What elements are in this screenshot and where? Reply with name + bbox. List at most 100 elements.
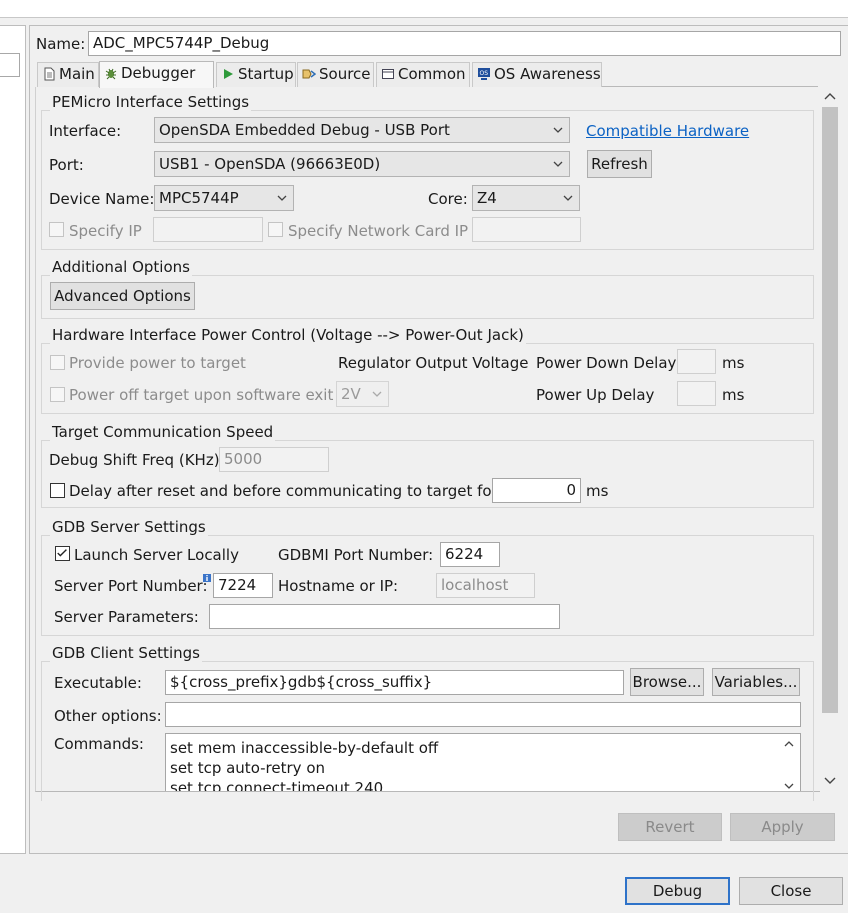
tab-debugger[interactable]: Debugger xyxy=(99,61,214,88)
scroll-down-icon[interactable] xyxy=(784,782,794,790)
server-params-input[interactable] xyxy=(209,604,560,629)
gdbmi-port-label: GDBMI Port Number: xyxy=(278,546,434,564)
interface-select-value: OpenSDA Embedded Debug - USB Port xyxy=(159,121,450,139)
commands-textarea[interactable]: set mem inaccessible-by-default off set … xyxy=(165,733,801,791)
commands-label: Commands: xyxy=(54,735,144,753)
launch-server-label: Launch Server Locally xyxy=(74,546,239,564)
tab-source-label: Source xyxy=(319,65,371,83)
tab-main[interactable]: Main xyxy=(37,62,99,87)
command-line: set mem inaccessible-by-default off xyxy=(170,739,439,757)
power-down-unit: ms xyxy=(722,354,745,372)
debug-shift-freq-label: Debug Shift Freq (KHz) xyxy=(49,451,220,469)
gdbmi-port-input[interactable]: 6224 xyxy=(440,542,500,567)
chevron-down-icon xyxy=(563,195,573,201)
delay-unit: ms xyxy=(586,482,609,500)
tab-os-awareness[interactable]: OS OS Awareness xyxy=(472,62,602,87)
close-button[interactable]: Close xyxy=(739,877,843,905)
specify-ip-input[interactable] xyxy=(153,217,263,242)
scrollbar-thumb[interactable] xyxy=(822,107,838,713)
chevron-down-icon xyxy=(372,391,382,397)
play-icon xyxy=(224,69,233,79)
delay-after-reset-label: Delay after reset and before communicati… xyxy=(69,482,498,500)
name-label: Name: xyxy=(36,35,86,53)
tab-startup[interactable]: Startup xyxy=(216,62,296,87)
port-select-value: USB1 - OpenSDA (96663E0D) xyxy=(159,155,381,173)
chevron-down-icon xyxy=(553,161,563,167)
interface-label: Interface: xyxy=(49,122,122,140)
server-port-input[interactable]: 7224 xyxy=(213,573,273,598)
gdb-client-title: GDB Client Settings xyxy=(50,644,202,662)
chevron-down-icon xyxy=(553,127,563,133)
provide-power-label: Provide power to target xyxy=(69,354,246,372)
debug-shift-freq-input[interactable]: 5000 xyxy=(219,447,329,472)
info-decoration-icon xyxy=(203,574,211,582)
core-value: Z4 xyxy=(477,189,497,207)
specify-netcard-ip-label: Specify Network Card IP xyxy=(288,222,469,240)
tab-main-label: Main xyxy=(59,65,95,83)
port-label: Port: xyxy=(49,156,84,174)
power-off-exit-checkbox[interactable] xyxy=(50,387,65,402)
variables-button[interactable]: Variables... xyxy=(712,668,800,696)
launch-server-checkbox[interactable] xyxy=(55,546,70,561)
power-down-delay-input[interactable] xyxy=(677,349,716,374)
debug-button[interactable]: Debug xyxy=(625,877,730,905)
revert-button[interactable]: Revert xyxy=(618,813,722,841)
specify-netcard-ip-checkbox[interactable] xyxy=(268,222,283,237)
provide-power-checkbox[interactable] xyxy=(50,355,65,370)
source-icon xyxy=(302,69,316,79)
power-up-unit: ms xyxy=(722,386,745,404)
executable-input[interactable]: ${cross_prefix}gdb${cross_suffix} xyxy=(165,670,624,695)
device-name-label: Device Name: xyxy=(49,190,155,208)
filter-input[interactable] xyxy=(0,53,20,77)
command-line: set tcp auto-retry on xyxy=(170,759,326,777)
scroll-down-icon[interactable] xyxy=(824,776,836,785)
power-up-delay-input[interactable] xyxy=(677,381,716,406)
power-control-title: Hardware Interface Power Control (Voltag… xyxy=(50,326,526,344)
page-icon xyxy=(44,67,55,81)
other-options-label: Other options: xyxy=(54,707,162,725)
regulator-voltage-label: Regulator Output Voltage xyxy=(338,354,529,372)
browse-button[interactable]: Browse... xyxy=(630,668,704,696)
apply-button[interactable]: Apply xyxy=(730,813,835,841)
tab-source[interactable]: Source xyxy=(297,62,374,87)
name-input[interactable]: ADC_MPC5744P_Debug xyxy=(88,31,841,56)
os-icon: OS xyxy=(478,68,490,80)
core-label: Core: xyxy=(428,190,468,208)
advanced-options-button[interactable]: Advanced Options xyxy=(50,282,195,310)
delay-after-reset-checkbox[interactable] xyxy=(50,483,65,498)
power-up-delay-label: Power Up Delay xyxy=(536,386,655,404)
server-params-label: Server Parameters: xyxy=(54,608,199,626)
svg-text:OS: OS xyxy=(480,70,489,77)
additional-options-title: Additional Options xyxy=(50,258,192,276)
pemicro-title: PEMicro Interface Settings xyxy=(50,93,252,111)
scroll-up-icon[interactable] xyxy=(824,92,836,101)
configuration-list-pane[interactable] xyxy=(0,25,26,854)
specify-netcard-ip-input[interactable] xyxy=(472,217,581,242)
port-select[interactable]: USB1 - OpenSDA (96663E0D) xyxy=(154,151,570,177)
server-port-label: Server Port Number: xyxy=(54,577,208,595)
other-options-input[interactable] xyxy=(165,702,801,727)
gdb-server-title: GDB Server Settings xyxy=(50,518,208,536)
device-name-value: MPC5744P xyxy=(159,189,239,207)
interface-select[interactable]: OpenSDA Embedded Debug - USB Port xyxy=(154,117,570,143)
tab-startup-label: Startup xyxy=(238,65,294,83)
core-select[interactable]: Z4 xyxy=(472,185,580,211)
chevron-down-icon xyxy=(277,195,287,201)
hostname-label: Hostname or IP: xyxy=(278,577,399,595)
window-icon xyxy=(382,69,394,79)
regulator-voltage-select[interactable]: 2V xyxy=(336,381,389,407)
regulator-voltage-value: 2V xyxy=(341,385,361,403)
tab-common[interactable]: Common xyxy=(376,62,470,87)
specify-ip-label: Specify IP xyxy=(69,222,142,240)
device-name-select[interactable]: MPC5744P xyxy=(154,185,294,211)
delay-after-reset-input[interactable]: 0 xyxy=(492,478,581,503)
comm-speed-title: Target Communication Speed xyxy=(50,423,276,441)
specify-ip-checkbox[interactable] xyxy=(49,222,64,237)
tab-os-awareness-label: OS Awareness xyxy=(494,65,601,83)
compatible-hardware-link[interactable]: Compatible Hardware xyxy=(586,122,749,140)
tab-common-label: Common xyxy=(398,65,466,83)
power-down-delay-label: Power Down Delay xyxy=(536,354,677,372)
refresh-button[interactable]: Refresh xyxy=(587,150,652,178)
hostname-input[interactable]: localhost xyxy=(436,573,535,598)
scroll-up-icon[interactable] xyxy=(784,740,794,748)
